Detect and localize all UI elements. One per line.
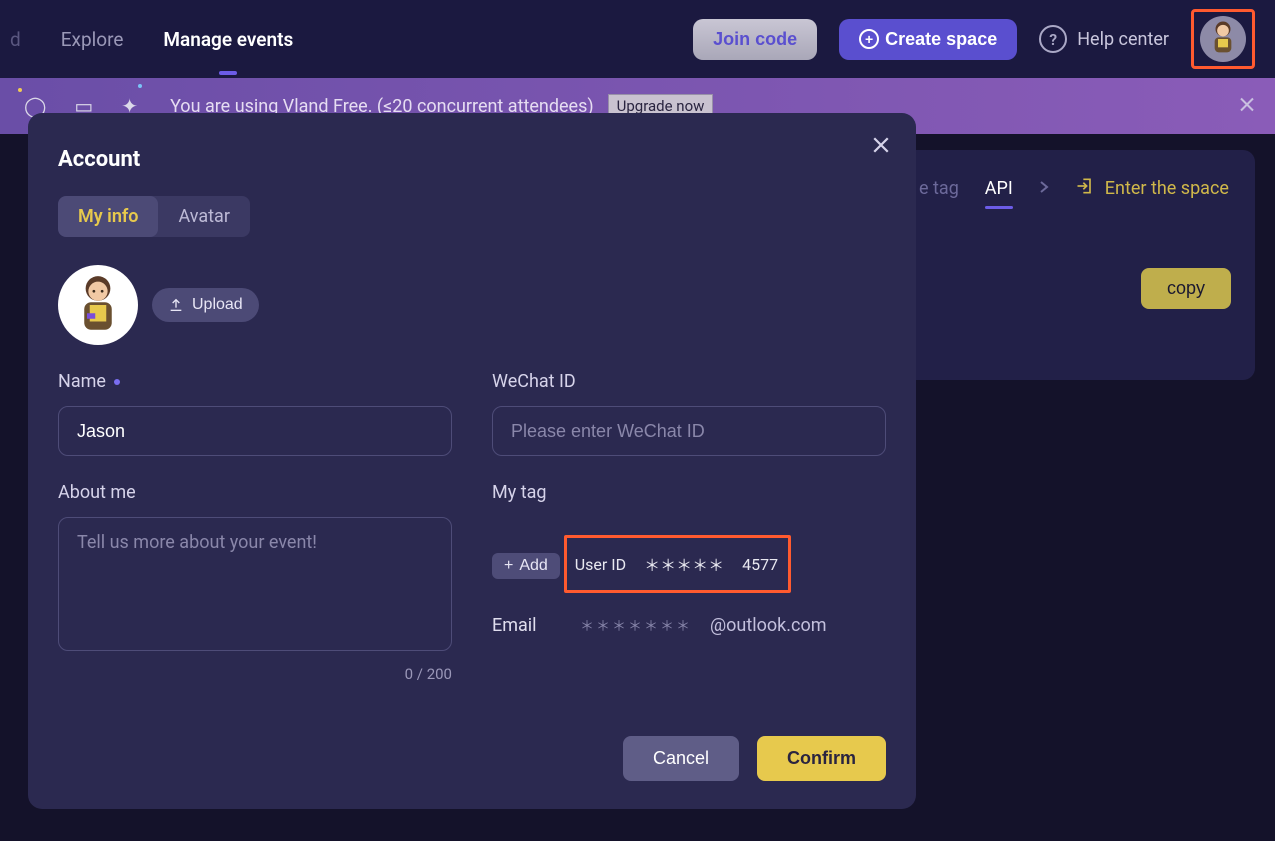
user-id-masked: ＊＊＊＊＊ [644,552,724,576]
about-textarea[interactable] [58,517,452,651]
plus-circle-icon: + [859,29,879,49]
enter-space-link[interactable]: Enter the space [1075,176,1229,201]
name-field-group: Name About me 0 / 200 [58,371,452,683]
tab-trunc[interactable]: e tag [919,178,959,199]
nav-item-manage-events[interactable]: Manage events [163,22,293,57]
avatar-icon [70,272,126,338]
dot-icon [18,88,22,92]
email-label: Email [492,615,562,636]
email-row: Email ＊＊＊＊＊＊＊ @outlook.com [492,615,886,636]
modal-close-button[interactable] [872,135,890,160]
close-icon [872,136,890,154]
cancel-button[interactable]: Cancel [623,736,739,781]
help-center-link[interactable]: ? Help center [1039,25,1169,53]
nav-item-explore[interactable]: Explore [61,22,124,57]
avatar-preview [58,265,138,345]
avatar-row: Upload [58,265,886,345]
name-label: Name [58,371,452,392]
right-column: WeChat ID My tag + Add User ID ＊＊＊＊＊ 457… [492,371,886,683]
upload-label: Upload [192,296,243,314]
wechat-input[interactable] [492,406,886,456]
banner-close-button[interactable] [1239,94,1255,119]
create-space-label: Create space [885,29,997,50]
create-space-button[interactable]: + Create space [839,19,1017,60]
help-icon: ? [1039,25,1067,53]
tab-avatar[interactable]: Avatar [158,196,249,237]
nav-right: Join code + Create space ? Help center [693,9,1255,69]
name-label-text: Name [58,371,106,392]
about-char-counter: 0 / 200 [58,665,452,683]
required-dot-icon [114,379,120,385]
nav-item-trunc[interactable]: d [10,22,21,57]
account-modal: Account My info Avatar Upload [28,113,916,809]
wechat-label: WeChat ID [492,371,886,392]
upload-avatar-button[interactable]: Upload [152,288,259,322]
side-tabs: e tag API Enter the space [919,176,1231,201]
chevron-right-icon [1039,178,1049,199]
join-code-button[interactable]: Join code [693,19,817,60]
nav-left: d Explore Manage events [20,22,693,57]
upload-icon [168,297,184,313]
close-icon [1239,97,1255,113]
modal-actions: Cancel Confirm [623,736,886,781]
add-tag-label: Add [519,557,547,575]
email-masked: ＊＊＊＊＊＊＊ [580,616,692,636]
plus-icon: + [504,557,513,575]
top-header: d Explore Manage events Join code + Crea… [0,0,1275,78]
avatar-highlight-box [1191,9,1255,69]
mytag-label: My tag [492,482,886,503]
avatar-icon [1206,19,1240,59]
tab-my-info[interactable]: My info [58,196,158,237]
confirm-button[interactable]: Confirm [757,736,886,781]
user-id-highlight-box: User ID ＊＊＊＊＊ 4577 [564,535,791,593]
enter-icon [1075,176,1095,201]
email-value: @outlook.com [710,615,827,636]
add-tag-button[interactable]: + Add [492,553,560,579]
account-form: Name About me 0 / 200 WeChat ID My tag +… [58,371,886,683]
user-id-value: 4577 [742,555,778,574]
dot-icon [138,84,142,88]
user-id-label: User ID [575,555,626,574]
account-tabs: My info Avatar [58,196,250,237]
copy-button[interactable]: copy [1141,268,1231,309]
about-label: About me [58,482,452,503]
name-input[interactable] [58,406,452,456]
space-side-panel: e tag API Enter the space copy [895,150,1255,380]
tab-api[interactable]: API [985,178,1013,199]
help-center-label: Help center [1077,29,1169,50]
modal-title: Account [58,147,886,172]
user-avatar-button[interactable] [1200,16,1246,62]
enter-space-label: Enter the space [1105,178,1229,199]
